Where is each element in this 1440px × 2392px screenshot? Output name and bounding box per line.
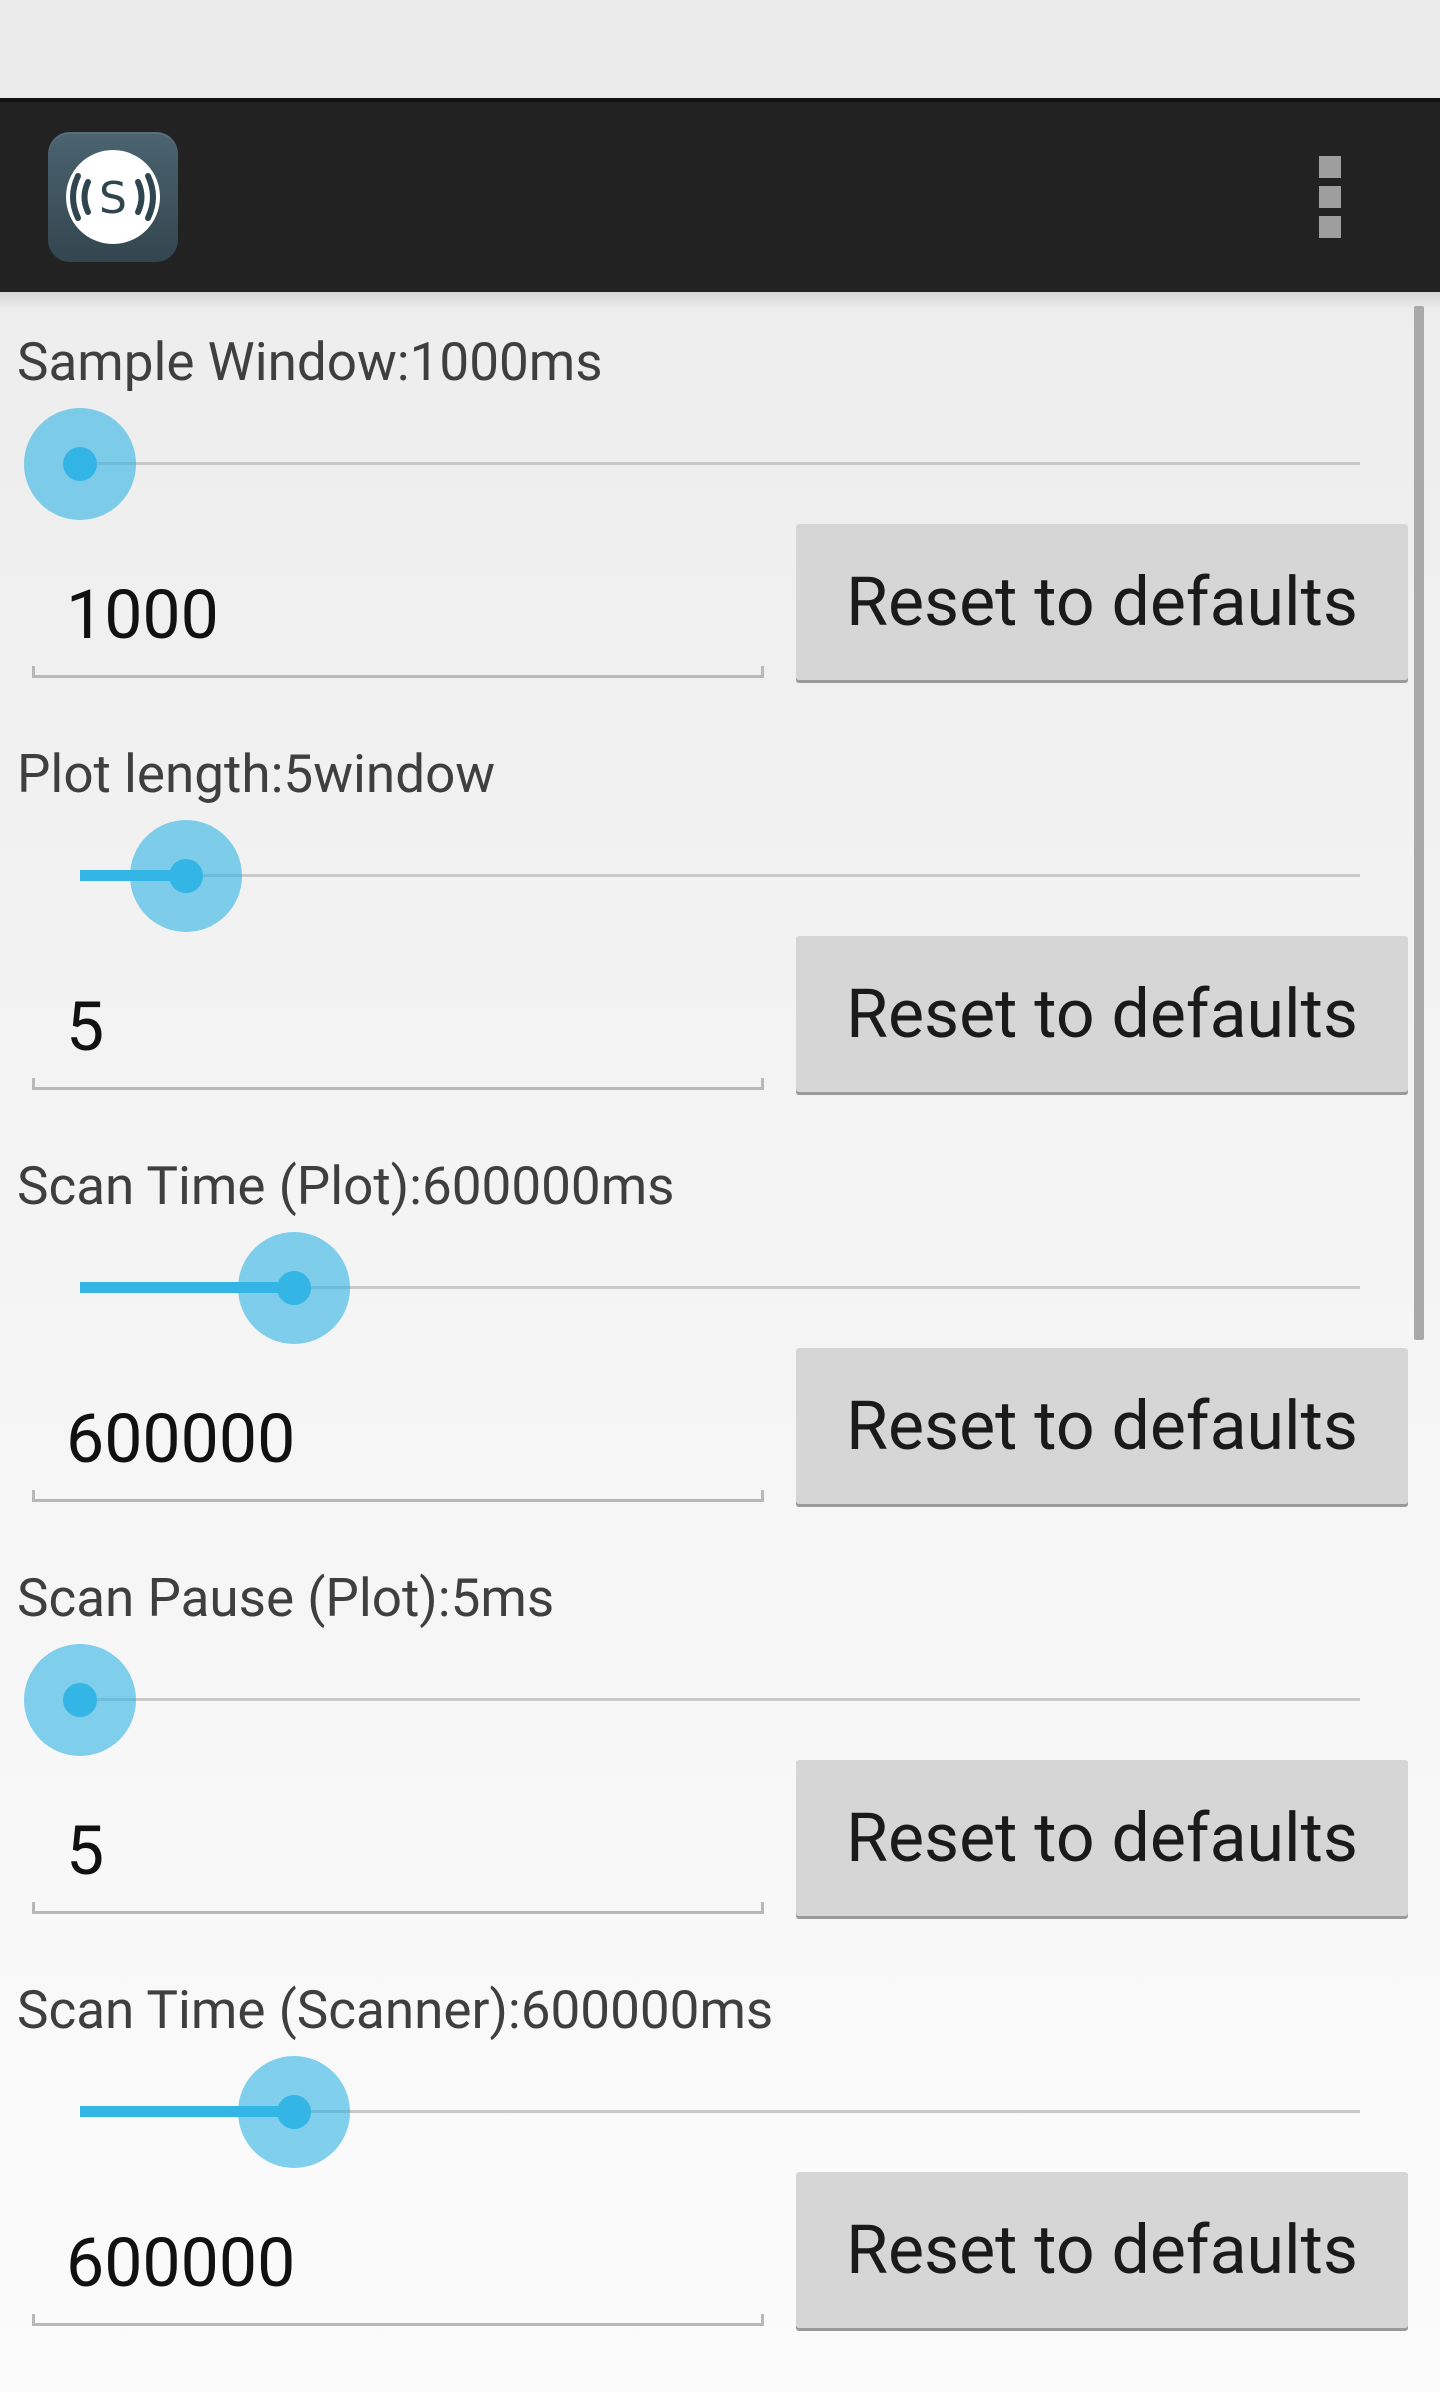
action-bar: S — [0, 98, 1440, 292]
slider-thumb[interactable] — [276, 2095, 311, 2129]
scan-time-scanner-input[interactable] — [32, 2208, 764, 2318]
slider-track — [80, 874, 1360, 877]
slider-thumb[interactable] — [169, 859, 204, 893]
slider-thumb[interactable] — [63, 447, 97, 481]
slider-track — [80, 1698, 1360, 1701]
reset-to-defaults-button[interactable]: Reset to defaults — [796, 1760, 1408, 1916]
action-bar-shadow — [0, 292, 1440, 310]
input-underline — [32, 2314, 764, 2326]
reset-to-defaults-button[interactable]: Reset to defaults — [796, 1348, 1408, 1504]
overflow-menu-icon[interactable] — [1300, 152, 1360, 242]
scan-time-scanner-slider[interactable] — [0, 2042, 1400, 2182]
setting-label: Scan Time (Plot):600000ms — [17, 1155, 675, 1217]
setting-scan-time-plot: Scan Time (Plot):600000ms Reset to defau… — [0, 1136, 1440, 1548]
input-underline — [32, 666, 764, 678]
setting-label: Scan Pause (Plot):5ms — [17, 1567, 555, 1629]
scan-time-plot-input[interactable] — [32, 1384, 764, 1494]
sample-window-input[interactable] — [32, 560, 764, 670]
reset-to-defaults-button[interactable]: Reset to defaults — [796, 2172, 1408, 2328]
plot-length-input[interactable] — [32, 972, 764, 1082]
slider-thumb[interactable] — [63, 1683, 97, 1717]
input-underline — [32, 1902, 764, 1914]
setting-scan-pause-plot: Scan Pause (Plot):5ms Reset to defaults — [0, 1548, 1440, 1960]
svg-text:S: S — [99, 173, 127, 224]
setting-plot-length: Plot length:5window Reset to defaults — [0, 724, 1440, 1136]
setting-scan-time-scanner: Scan Time (Scanner):600000ms Reset to de… — [0, 1960, 1440, 2372]
slider-track — [80, 462, 1360, 465]
reset-to-defaults-button[interactable]: Reset to defaults — [796, 936, 1408, 1092]
signal-s-icon[interactable]: S — [48, 132, 178, 262]
input-underline — [32, 1078, 764, 1090]
scan-pause-plot-input[interactable] — [32, 1796, 764, 1906]
scan-time-plot-slider[interactable] — [0, 1218, 1400, 1358]
slider-thumb[interactable] — [276, 1271, 311, 1305]
setting-label: Scan Time (Scanner):600000ms — [17, 1979, 774, 2041]
plot-length-slider[interactable] — [0, 806, 1400, 946]
setting-label: Sample Window:1000ms — [17, 331, 603, 393]
input-underline — [32, 1490, 764, 1502]
status-bar — [0, 0, 1440, 98]
setting-label: Plot length:5window — [17, 743, 496, 805]
scan-pause-plot-slider[interactable] — [0, 1630, 1400, 1770]
reset-to-defaults-button[interactable]: Reset to defaults — [796, 524, 1408, 680]
sample-window-slider[interactable] — [0, 394, 1400, 534]
setting-sample-window: Sample Window:1000ms Reset to defaults — [0, 312, 1440, 724]
